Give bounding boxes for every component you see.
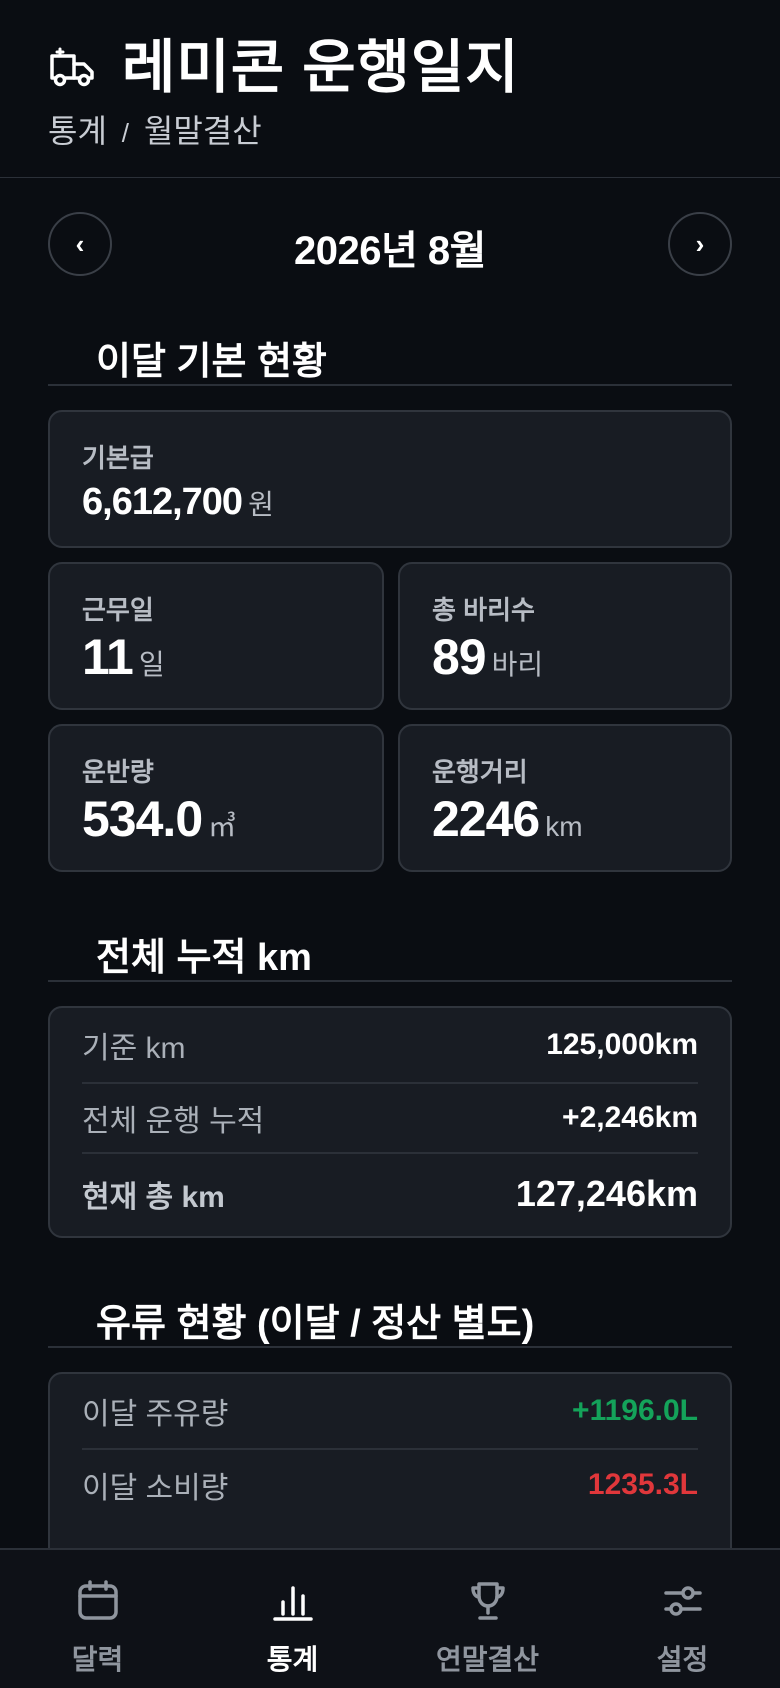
workdays-card: 근무일 11 일	[48, 562, 384, 710]
sliders-icon	[663, 1586, 702, 1616]
breadcrumb: 통계 / 월말결산	[48, 106, 262, 152]
distance-value-wrap: 2246 km	[432, 790, 583, 848]
salary-unit: 원	[248, 489, 274, 520]
consumption-label: 이달 소비량	[82, 1472, 229, 1505]
current-month-label: 2026년 8월	[294, 229, 486, 273]
tab-year-end-label: 연말결산	[435, 1644, 540, 1675]
current-total-value: 127,246km	[515, 1173, 698, 1214]
volume-label: 운반량	[82, 757, 154, 787]
breadcrumb-current: 월말결산	[143, 113, 262, 149]
tab-calendar-label: 달력	[71, 1644, 124, 1675]
cumulative-row-total-driven: 전체 운행 누적 +2,246km	[82, 1084, 698, 1154]
breadcrumb-parent[interactable]: 통계	[48, 113, 107, 149]
fuel-row-refuel: 이달 주유량 +1196.0L	[82, 1374, 698, 1450]
trips-card: 총 바리수 89 바리	[398, 562, 732, 710]
trips-value: 89	[432, 629, 487, 685]
total-driven-value: +2,246km	[562, 1101, 698, 1134]
volume-value: 534.0	[82, 791, 203, 847]
distance-label: 운행거리	[432, 757, 528, 787]
truck-icon	[48, 44, 96, 92]
current-total-label: 현재 총 km	[82, 1181, 225, 1214]
distance-card: 운행거리 2246 km	[398, 724, 732, 872]
refuel-label: 이달 주유량	[82, 1398, 229, 1431]
fuel-section-title: 유류 현황 (이달 / 정산 별도)	[48, 1292, 732, 1348]
trips-label: 총 바리수	[432, 595, 535, 625]
salary-value-wrap: 6,612,700 원	[82, 481, 274, 524]
tab-calendar[interactable]: 달력	[0, 1550, 195, 1688]
basic-section-title: 이달 기본 현황	[48, 330, 732, 386]
cumulative-row-base: 기준 km 125,000km	[82, 1008, 698, 1084]
volume-value-wrap: 534.0 ㎥	[82, 790, 236, 848]
workdays-value: 11	[82, 629, 134, 685]
salary-value: 6,612,700	[82, 481, 243, 523]
refuel-value: +1196.0L	[572, 1394, 698, 1427]
trips-unit: 바리	[491, 649, 544, 680]
base-km-label: 기준 km	[82, 1032, 186, 1065]
calendar-icon	[77, 1580, 118, 1620]
bottom-nav: 달력 통계 연말결산 설정	[0, 1548, 780, 1688]
volume-card: 운반량 534.0 ㎥	[48, 724, 384, 872]
workdays-label: 근무일	[82, 595, 154, 625]
tab-stats-label: 통계	[266, 1644, 319, 1675]
total-driven-label: 전체 운행 누적	[82, 1105, 265, 1138]
chart-icon	[272, 1586, 313, 1621]
base-km-value: 125,000km	[546, 1028, 698, 1061]
consumption-value: 1235.3L	[587, 1468, 698, 1501]
trips-value-wrap: 89 바리	[432, 628, 543, 686]
breadcrumb-separator: /	[121, 118, 130, 148]
distance-unit: km	[545, 811, 583, 842]
cumulative-section-title: 전체 누적 km	[48, 926, 732, 982]
fuel-row-consumption: 이달 소비량 1235.3L	[82, 1450, 698, 1520]
month-navigator: ‹ 2026년 8월 ›	[48, 212, 732, 276]
trophy-icon	[470, 1582, 505, 1620]
workdays-unit: 일	[138, 649, 165, 680]
app-header: 레미콘 운행일지 통계 / 월말결산	[0, 0, 780, 178]
cumulative-card: 기준 km 125,000km 전체 운행 누적 +2,246km 현재 총 k…	[48, 1006, 732, 1238]
cumulative-row-current: 현재 총 km 127,246km	[82, 1154, 698, 1234]
salary-label: 기본급	[82, 443, 154, 473]
tab-year-end[interactable]: 연말결산	[390, 1550, 585, 1688]
app-title: 레미콘 운행일지	[122, 35, 520, 100]
tab-stats[interactable]: 통계	[195, 1550, 390, 1688]
distance-value: 2246	[432, 791, 540, 847]
title-row: 레미콘 운행일지	[48, 38, 520, 98]
volume-unit: ㎥	[208, 811, 237, 842]
workdays-value-wrap: 11 일	[82, 628, 165, 686]
tab-settings[interactable]: 설정	[585, 1550, 780, 1688]
tab-settings-label: 설정	[656, 1644, 709, 1675]
next-month-button[interactable]: ›	[668, 212, 732, 276]
salary-card: 기본급 6,612,700 원	[48, 410, 732, 548]
